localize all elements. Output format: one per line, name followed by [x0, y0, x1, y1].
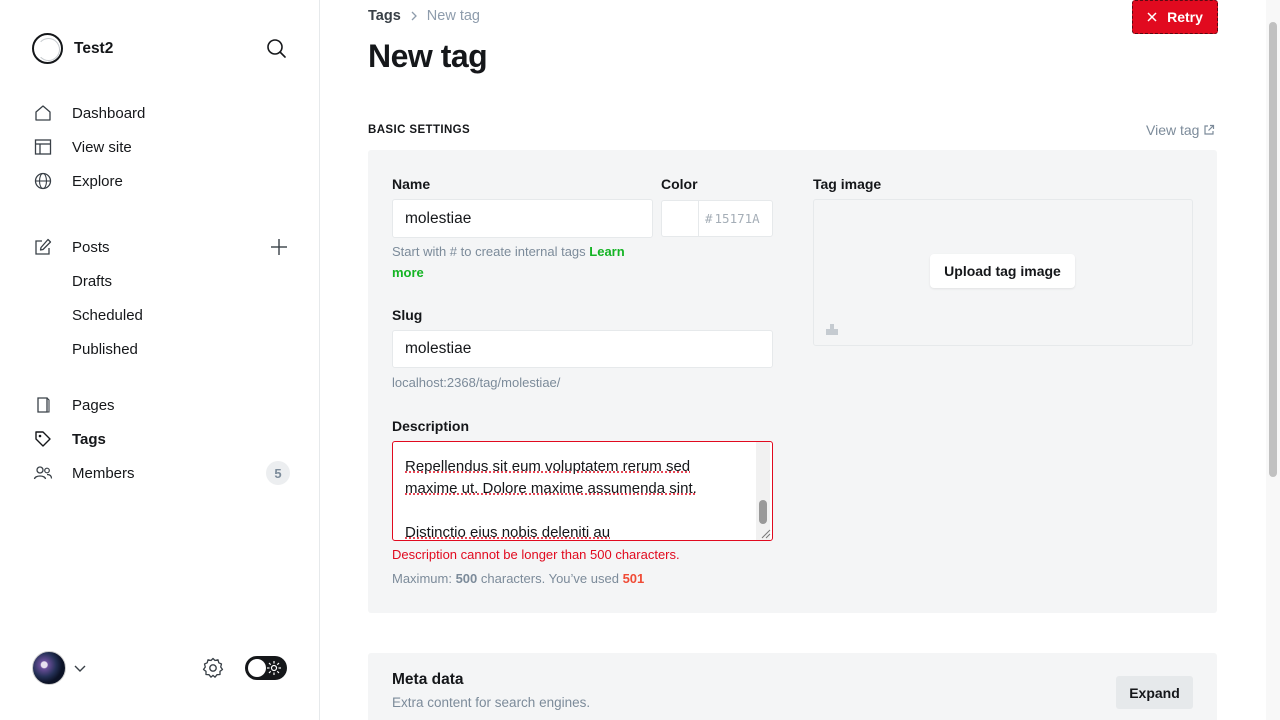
- breadcrumb-current: New tag: [426, 8, 480, 24]
- counter-used: 501: [622, 571, 645, 586]
- edit-icon: [32, 236, 54, 258]
- meta-subtitle: Extra content for search engines.: [392, 695, 591, 710]
- retry-button[interactable]: Retry: [1132, 0, 1218, 34]
- color-input[interactable]: # 15171A: [698, 200, 773, 237]
- nav-posts[interactable]: Posts: [32, 232, 110, 262]
- external-link-icon: [1204, 124, 1215, 135]
- breadcrumb: Tags New tag: [368, 8, 480, 24]
- description-text: Repellendus sit eum voluptatem rerum sed…: [405, 442, 745, 541]
- description-label: Description: [392, 418, 470, 434]
- description-textarea[interactable]: Repellendus sit eum voluptatem rerum sed…: [392, 441, 773, 541]
- nav-label: Scheduled: [72, 306, 143, 324]
- color-hash: #: [705, 211, 713, 226]
- nav-members[interactable]: Members: [32, 458, 135, 488]
- layout-icon: [32, 136, 54, 158]
- section-label: BASIC SETTINGS: [368, 124, 471, 136]
- name-label: Name: [392, 176, 431, 192]
- globe-icon: [32, 170, 54, 192]
- slug-label: Slug: [392, 307, 423, 323]
- page-scrollbar[interactable]: [1266, 0, 1280, 720]
- search-icon[interactable]: [264, 36, 290, 62]
- site-name: Test2: [74, 39, 114, 57]
- nav-label: Tags: [72, 430, 106, 448]
- expand-button[interactable]: Expand: [1116, 676, 1193, 709]
- description-error: Description cannot be longer than 500 ch…: [392, 547, 680, 562]
- chevron-down-icon[interactable]: [72, 660, 88, 676]
- textarea-scroll-thumb[interactable]: [759, 500, 767, 524]
- theme-toggle[interactable]: [245, 656, 287, 680]
- description-counter: Maximum: 500 characters. You’ve used 501: [392, 571, 644, 586]
- resize-handle-icon[interactable]: [759, 527, 771, 539]
- page-title: New tag: [368, 38, 488, 74]
- description-line: [405, 500, 745, 522]
- upload-tag-image-button[interactable]: Upload tag image: [930, 254, 1075, 288]
- toggle-knob: [248, 659, 266, 677]
- textarea-scrollbar[interactable]: [756, 442, 770, 540]
- nav-dashboard[interactable]: Dashboard: [32, 98, 145, 128]
- counter-limit: 500: [455, 571, 478, 586]
- members-count-badge: 5: [266, 461, 290, 485]
- retry-label: Retry: [1167, 9, 1203, 25]
- nav-scheduled[interactable]: Scheduled: [72, 300, 143, 330]
- slug-input[interactable]: molestiae: [392, 330, 773, 368]
- nav-explore[interactable]: Explore: [32, 166, 123, 196]
- counter-middle: characters. You’ve used: [480, 571, 619, 586]
- page-scroll-thumb[interactable]: [1269, 22, 1277, 477]
- sidebar: Test2 Dashboard View site Explore Posts …: [0, 0, 320, 720]
- nav-tags[interactable]: Tags: [32, 424, 106, 454]
- nav-label: Posts: [72, 238, 110, 256]
- site-logo-icon: [32, 33, 63, 64]
- color-label: Color: [661, 176, 698, 192]
- site-brand[interactable]: Test2: [32, 33, 113, 64]
- name-hint: Start with # to create internal tags Lea…: [392, 241, 654, 283]
- color-swatch[interactable]: [661, 200, 699, 237]
- breadcrumb-tags-link[interactable]: Tags: [368, 8, 401, 24]
- name-input[interactable]: molestiae: [392, 199, 653, 238]
- description-line: Distinctio eius nobis deleniti au: [405, 524, 611, 541]
- image-placeholder-icon: [826, 324, 838, 335]
- view-tag-link[interactable]: View tag: [1146, 122, 1215, 138]
- nav-label: Published: [72, 340, 138, 358]
- tag-icon: [32, 428, 54, 450]
- slug-url: localhost:2368/tag/molestiae/: [392, 375, 561, 390]
- gear-icon[interactable]: [200, 655, 226, 681]
- name-hint-text: Start with # to create internal tags: [392, 244, 586, 259]
- nav-view-site[interactable]: View site: [32, 132, 132, 162]
- view-tag-label: View tag: [1146, 122, 1200, 138]
- nav-label: Explore: [72, 172, 123, 190]
- nav-label: Members: [72, 464, 135, 482]
- nav-pages[interactable]: Pages: [32, 390, 115, 420]
- new-post-plus-icon[interactable]: [268, 236, 290, 258]
- nav-label: Drafts: [72, 272, 113, 290]
- counter-prefix: Maximum:: [392, 571, 452, 586]
- nav-published[interactable]: Published: [72, 334, 138, 364]
- house-icon: [32, 102, 54, 124]
- nav-label: Dashboard: [72, 104, 146, 122]
- meta-title: Meta data: [392, 671, 464, 688]
- description-line: maxime ut. Dolore maxime assumenda sint.: [405, 480, 697, 497]
- members-icon: [32, 462, 54, 484]
- avatar[interactable]: [32, 651, 66, 685]
- chevron-right-icon: [411, 11, 417, 21]
- nav-label: Pages: [72, 396, 115, 414]
- color-placeholder: 15171A: [714, 211, 760, 226]
- nav-drafts[interactable]: Drafts: [72, 266, 112, 296]
- sun-icon: [267, 661, 281, 675]
- page-icon: [32, 394, 54, 416]
- close-icon: [1147, 12, 1157, 22]
- tag-image-label: Tag image: [813, 176, 882, 192]
- nav-label: View site: [72, 138, 132, 156]
- description-line: Repellendus sit eum voluptatem rerum sed: [405, 458, 691, 475]
